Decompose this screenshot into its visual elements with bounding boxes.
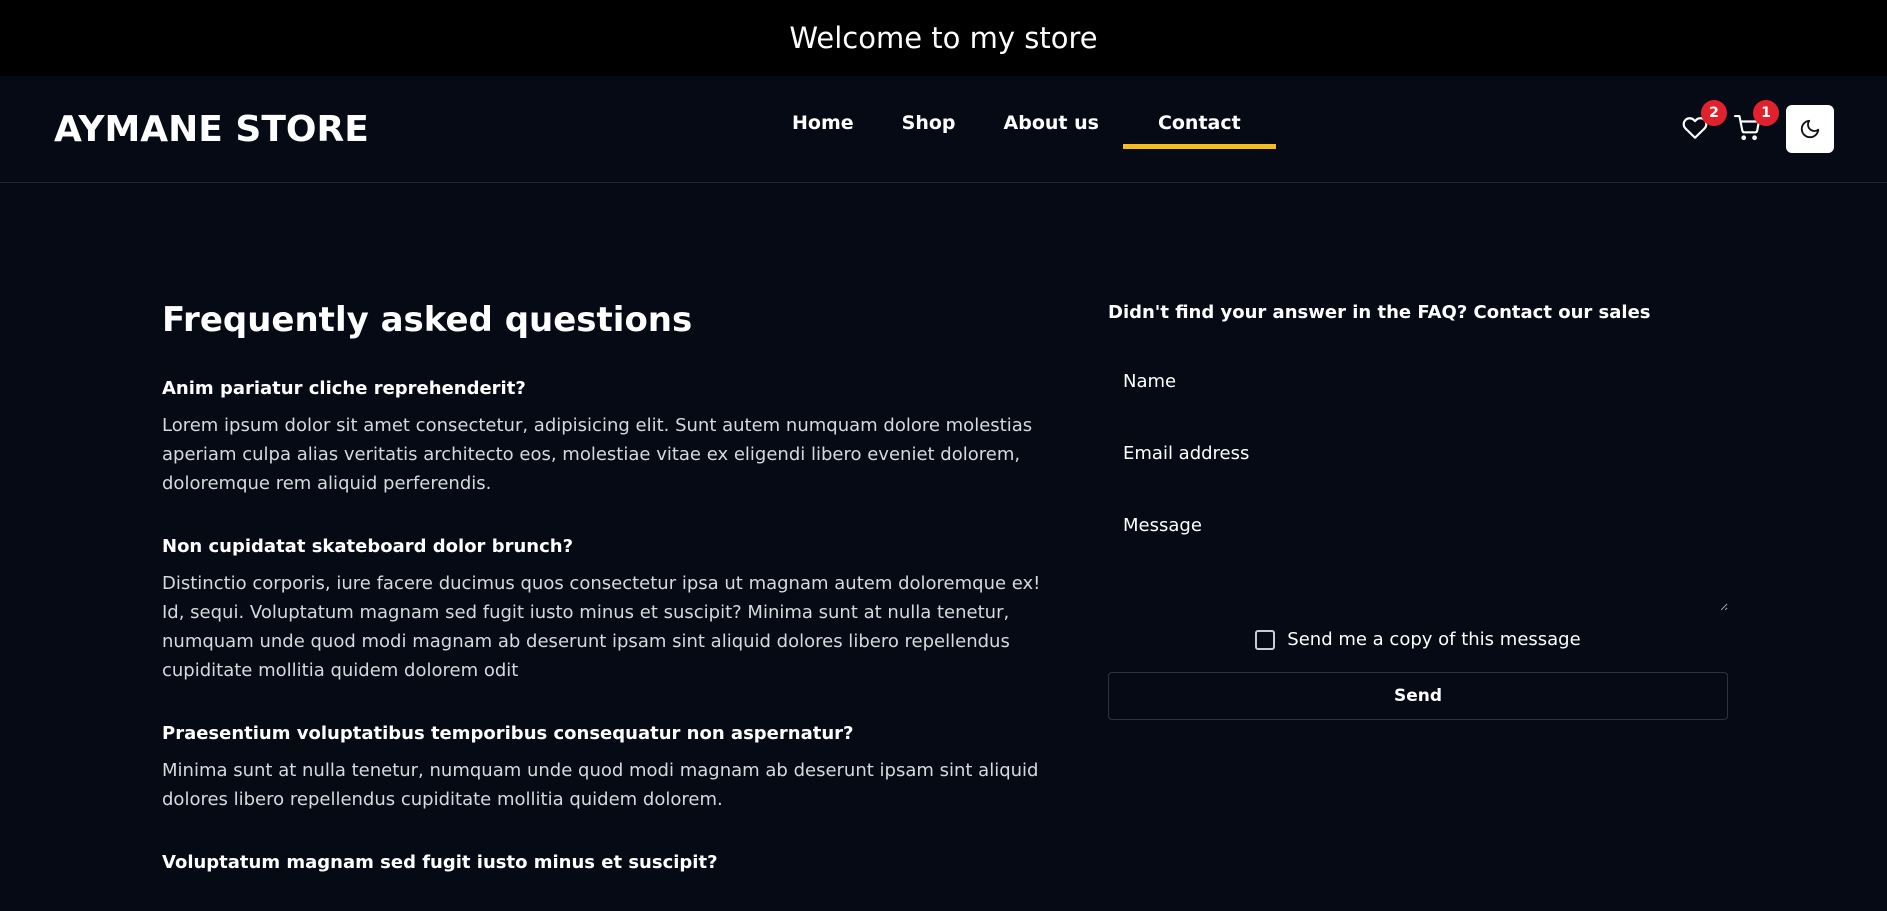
- faq-question: Voluptatum magnam sed fugit iusto minus …: [162, 852, 718, 873]
- faq-item: Anim pariatur cliche reprehenderit? Lore…: [162, 378, 1057, 498]
- brand-logo[interactable]: AYMANE STORE: [54, 109, 369, 150]
- message-textarea[interactable]: [1108, 501, 1728, 611]
- moon-icon: [1800, 119, 1820, 139]
- faq-title: Frequently asked questions: [162, 300, 693, 340]
- cart-count-badge: 1: [1753, 100, 1779, 126]
- cart-button[interactable]: 1: [1731, 100, 1779, 144]
- faq-answer: Lorem ipsum dolor sit amet consectetur, …: [162, 415, 1033, 494]
- wishlist-button[interactable]: 2: [1679, 100, 1727, 144]
- nav-links: Home Shop About us Contact: [768, 106, 1276, 149]
- email-input[interactable]: [1108, 429, 1728, 477]
- faq-question: Praesentium voluptatibus temporibus cons…: [162, 723, 854, 744]
- contact-form: Didn't find your answer in the FAQ? Cont…: [1108, 302, 1728, 720]
- faq-item: Non cupidatat skateboard dolor brunch? D…: [162, 536, 1057, 685]
- faq-question: Non cupidatat skateboard dolor brunch?: [162, 536, 574, 557]
- faq-question: Anim pariatur cliche reprehenderit?: [162, 378, 526, 399]
- faq-section: Frequently asked questions Anim pariatur…: [162, 300, 1057, 911]
- name-input[interactable]: [1108, 357, 1728, 405]
- wishlist-count-badge: 2: [1701, 100, 1727, 126]
- nav-link-shop[interactable]: Shop: [878, 106, 980, 149]
- faq-answer: Distinctio corporis, iure facere ducimus…: [162, 573, 1041, 681]
- faq-item: Praesentium voluptatibus temporibus cons…: [162, 723, 1057, 814]
- navbar: AYMANE STORE Home Shop About us Contact …: [0, 76, 1887, 183]
- faq-answer: Minima sunt at nulla tenetur, numquam un…: [162, 760, 1039, 810]
- nav-link-home[interactable]: Home: [768, 106, 878, 149]
- announcement-bar: Welcome to my store: [0, 0, 1887, 76]
- copy-checkbox-row: Send me a copy of this message: [1108, 629, 1728, 650]
- faq-item: Voluptatum magnam sed fugit iusto minus …: [162, 852, 1057, 873]
- send-button[interactable]: Send: [1108, 672, 1728, 720]
- announcement-text: Welcome to my store: [789, 21, 1098, 55]
- copy-checkbox-label[interactable]: Send me a copy of this message: [1287, 629, 1580, 650]
- copy-checkbox[interactable]: [1255, 629, 1276, 650]
- contact-title: Didn't find your answer in the FAQ? Cont…: [1108, 302, 1651, 323]
- nav-link-contact[interactable]: Contact: [1122, 106, 1276, 149]
- nav-link-about[interactable]: About us: [980, 106, 1123, 149]
- theme-toggle-button[interactable]: [1786, 105, 1834, 153]
